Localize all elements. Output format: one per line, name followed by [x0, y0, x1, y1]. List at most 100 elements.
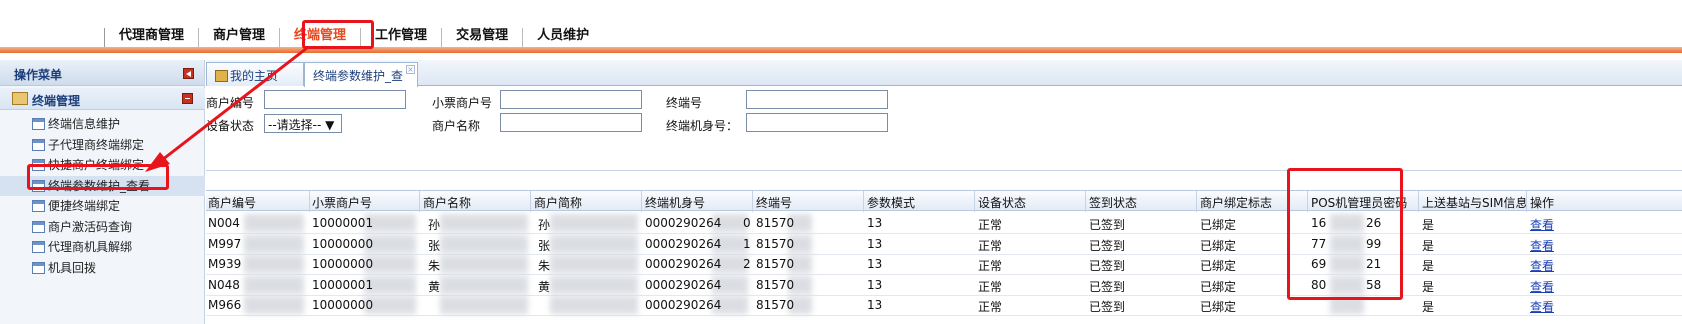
page-icon: [32, 200, 45, 212]
redaction-blur: [244, 214, 304, 232]
col-separator: [309, 191, 310, 212]
cell-binding-flag: 已绑定: [1200, 300, 1237, 314]
sidebar-header: 操作菜单: [0, 60, 204, 86]
table-row: N004 10000001 孙 孙 0000290264 0 81570 13 正常 已签到 已绑定…: [206, 212, 1682, 234]
redaction-blur: [440, 255, 528, 273]
redaction-blur: [244, 275, 304, 294]
cell-terminal-sn: 0000290264: [645, 236, 722, 251]
cell-terminal-sn-suffix: 2: [743, 257, 751, 271]
terminal-no-input[interactable]: [746, 90, 888, 109]
merchant-name-input[interactable]: [500, 113, 642, 132]
nav-staff-maintenance[interactable]: 人员维护: [522, 28, 603, 48]
tab-home-label: 我的主页: [230, 69, 279, 83]
cell-view-link[interactable]: 查看: [1530, 237, 1554, 254]
cell-terminal-sn: 0000290264: [645, 298, 722, 312]
cell-terminal-sn-suffix: 0: [743, 216, 751, 230]
sidebar-item-sub-agent-binding[interactable]: 子代理商终端绑定: [0, 135, 205, 156]
cell-signin-status: 已签到: [1089, 238, 1126, 253]
cell-device-status: 正常: [978, 238, 1003, 253]
col-ticket-merchant-no[interactable]: 小票商户号: [312, 194, 372, 211]
cell-view-link[interactable]: 查看: [1530, 278, 1554, 295]
cell-ticket-merchant-no: 10000001: [312, 216, 374, 230]
redaction-blur: [244, 255, 304, 273]
col-base-station-sim[interactable]: 上送基站与SIM信息: [1422, 194, 1528, 211]
cell-signin-status: 已签到: [1089, 218, 1126, 232]
sidebar-item-label: 代理商机具解绑: [48, 240, 133, 254]
cell-device-status: 正常: [978, 259, 1003, 273]
col-merchant-no[interactable]: 商户编号: [208, 194, 256, 211]
cell-binding-flag: 已绑定: [1200, 218, 1237, 232]
sidebar-item-activation-code-query[interactable]: 商户激活码查询: [0, 217, 205, 238]
redaction-blur: [550, 275, 638, 294]
redaction-blur: [550, 234, 638, 253]
tab-bar: 我的主页 终端参数维护_查 ×: [206, 60, 1682, 87]
cell-ticket-merchant-no: 10000000: [312, 236, 374, 251]
sidebar-group-terminal[interactable]: 终端管理: [0, 88, 205, 110]
close-icon[interactable]: ×: [406, 65, 415, 74]
redaction-blur: [440, 234, 528, 253]
sidebar-title: 操作菜单: [14, 68, 63, 82]
cell-merchant-name: 孙: [428, 218, 441, 232]
cell-ticket-merchant-no: 10000000: [312, 298, 374, 312]
cell-binding-flag: 已绑定: [1200, 259, 1237, 273]
cell-merchant-no: N004: [208, 216, 240, 230]
cell-terminal-sn: 0000290264: [645, 277, 722, 292]
merchant-no-label: 商户编号: [206, 96, 255, 110]
tab-home[interactable]: 我的主页: [206, 62, 304, 86]
cell-signin-status: 已签到: [1089, 259, 1126, 273]
redaction-blur: [550, 255, 638, 273]
col-binding-flag[interactable]: 商户绑定标志: [1200, 194, 1272, 211]
search-form: 商户编号 小票商户号 终端号 设备状态 --请选择-- ▼ 商户名称 终端机身号…: [206, 88, 1682, 164]
cell-merchant-no: M997: [208, 236, 242, 251]
col-merchant-short-name[interactable]: 商户简称: [534, 194, 582, 211]
page-icon: [32, 138, 45, 151]
sidebar-item-terminal-info[interactable]: 终端信息维护: [0, 114, 205, 135]
col-merchant-name[interactable]: 商户名称: [423, 194, 471, 211]
collapse-sidebar-icon[interactable]: [183, 68, 194, 79]
cell-view-link[interactable]: 查看: [1530, 216, 1554, 233]
sidebar-item-easy-terminal-binding[interactable]: 便捷终端绑定: [0, 196, 205, 217]
tab-terminal-params[interactable]: 终端参数维护_查 ×: [304, 62, 418, 87]
sidebar-item-device-recall[interactable]: 机具回拨: [0, 258, 205, 279]
col-device-status[interactable]: 设备状态: [978, 194, 1026, 211]
top-navigation: 代理商管理 商户管理 终端管理 工作管理 交易管理 人员维护: [0, 0, 1682, 52]
cell-merchant-name: 朱: [428, 259, 441, 273]
cell-base-station-sim: 是: [1422, 218, 1435, 232]
page-icon: [32, 220, 45, 233]
redaction-blur: [550, 296, 638, 314]
table-row: N048 10000001 黄黄 0000290264 81570 13 正常 已签到 已绑定 8…: [206, 274, 1682, 296]
cell-terminal-no: 81570: [756, 216, 795, 230]
redaction-blur: [440, 296, 528, 314]
cell-view-link[interactable]: 查看: [1530, 257, 1554, 274]
page-icon: [32, 241, 45, 253]
redaction-blur: [440, 214, 528, 232]
col-terminal-no[interactable]: 终端号: [756, 194, 792, 211]
highlight-terminal-menu: [302, 20, 374, 49]
nav-agent-management[interactable]: 代理商管理: [104, 28, 198, 48]
nav-accent-bar: [0, 47, 1682, 53]
collapse-group-icon[interactable]: [182, 93, 193, 104]
cell-signin-status: 已签到: [1089, 279, 1126, 294]
col-actions[interactable]: 操作: [1530, 194, 1554, 211]
cell-binding-flag: 已绑定: [1200, 279, 1237, 294]
merchant-name-label: 商户名称: [432, 119, 481, 133]
redaction-blur: [550, 214, 638, 232]
cell-merchant-no: M939: [208, 257, 242, 271]
ticket-merchant-no-input[interactable]: [500, 90, 642, 109]
sidebar-item-label: 终端信息维护: [48, 117, 121, 131]
highlight-password-column: [1287, 168, 1403, 300]
merchant-no-input[interactable]: [264, 90, 406, 109]
col-separator: [752, 191, 753, 212]
cell-view-link[interactable]: 查看: [1530, 298, 1554, 315]
nav-transaction-management[interactable]: 交易管理: [441, 28, 522, 48]
col-separator: [1196, 191, 1197, 212]
sidebar-item-agent-device-unbind[interactable]: 代理商机具解绑: [0, 237, 205, 258]
col-signin-status[interactable]: 签到状态: [1089, 194, 1137, 211]
cell-device-status: 正常: [978, 279, 1003, 294]
col-param-mode[interactable]: 参数模式: [867, 194, 915, 211]
nav-merchant-management[interactable]: 商户管理: [198, 28, 279, 48]
device-status-select[interactable]: --请选择-- ▼: [264, 114, 342, 133]
terminal-sn-input[interactable]: [746, 113, 888, 132]
col-terminal-sn[interactable]: 终端机身号: [645, 194, 705, 211]
highlight-sidebar-item: [27, 164, 169, 190]
